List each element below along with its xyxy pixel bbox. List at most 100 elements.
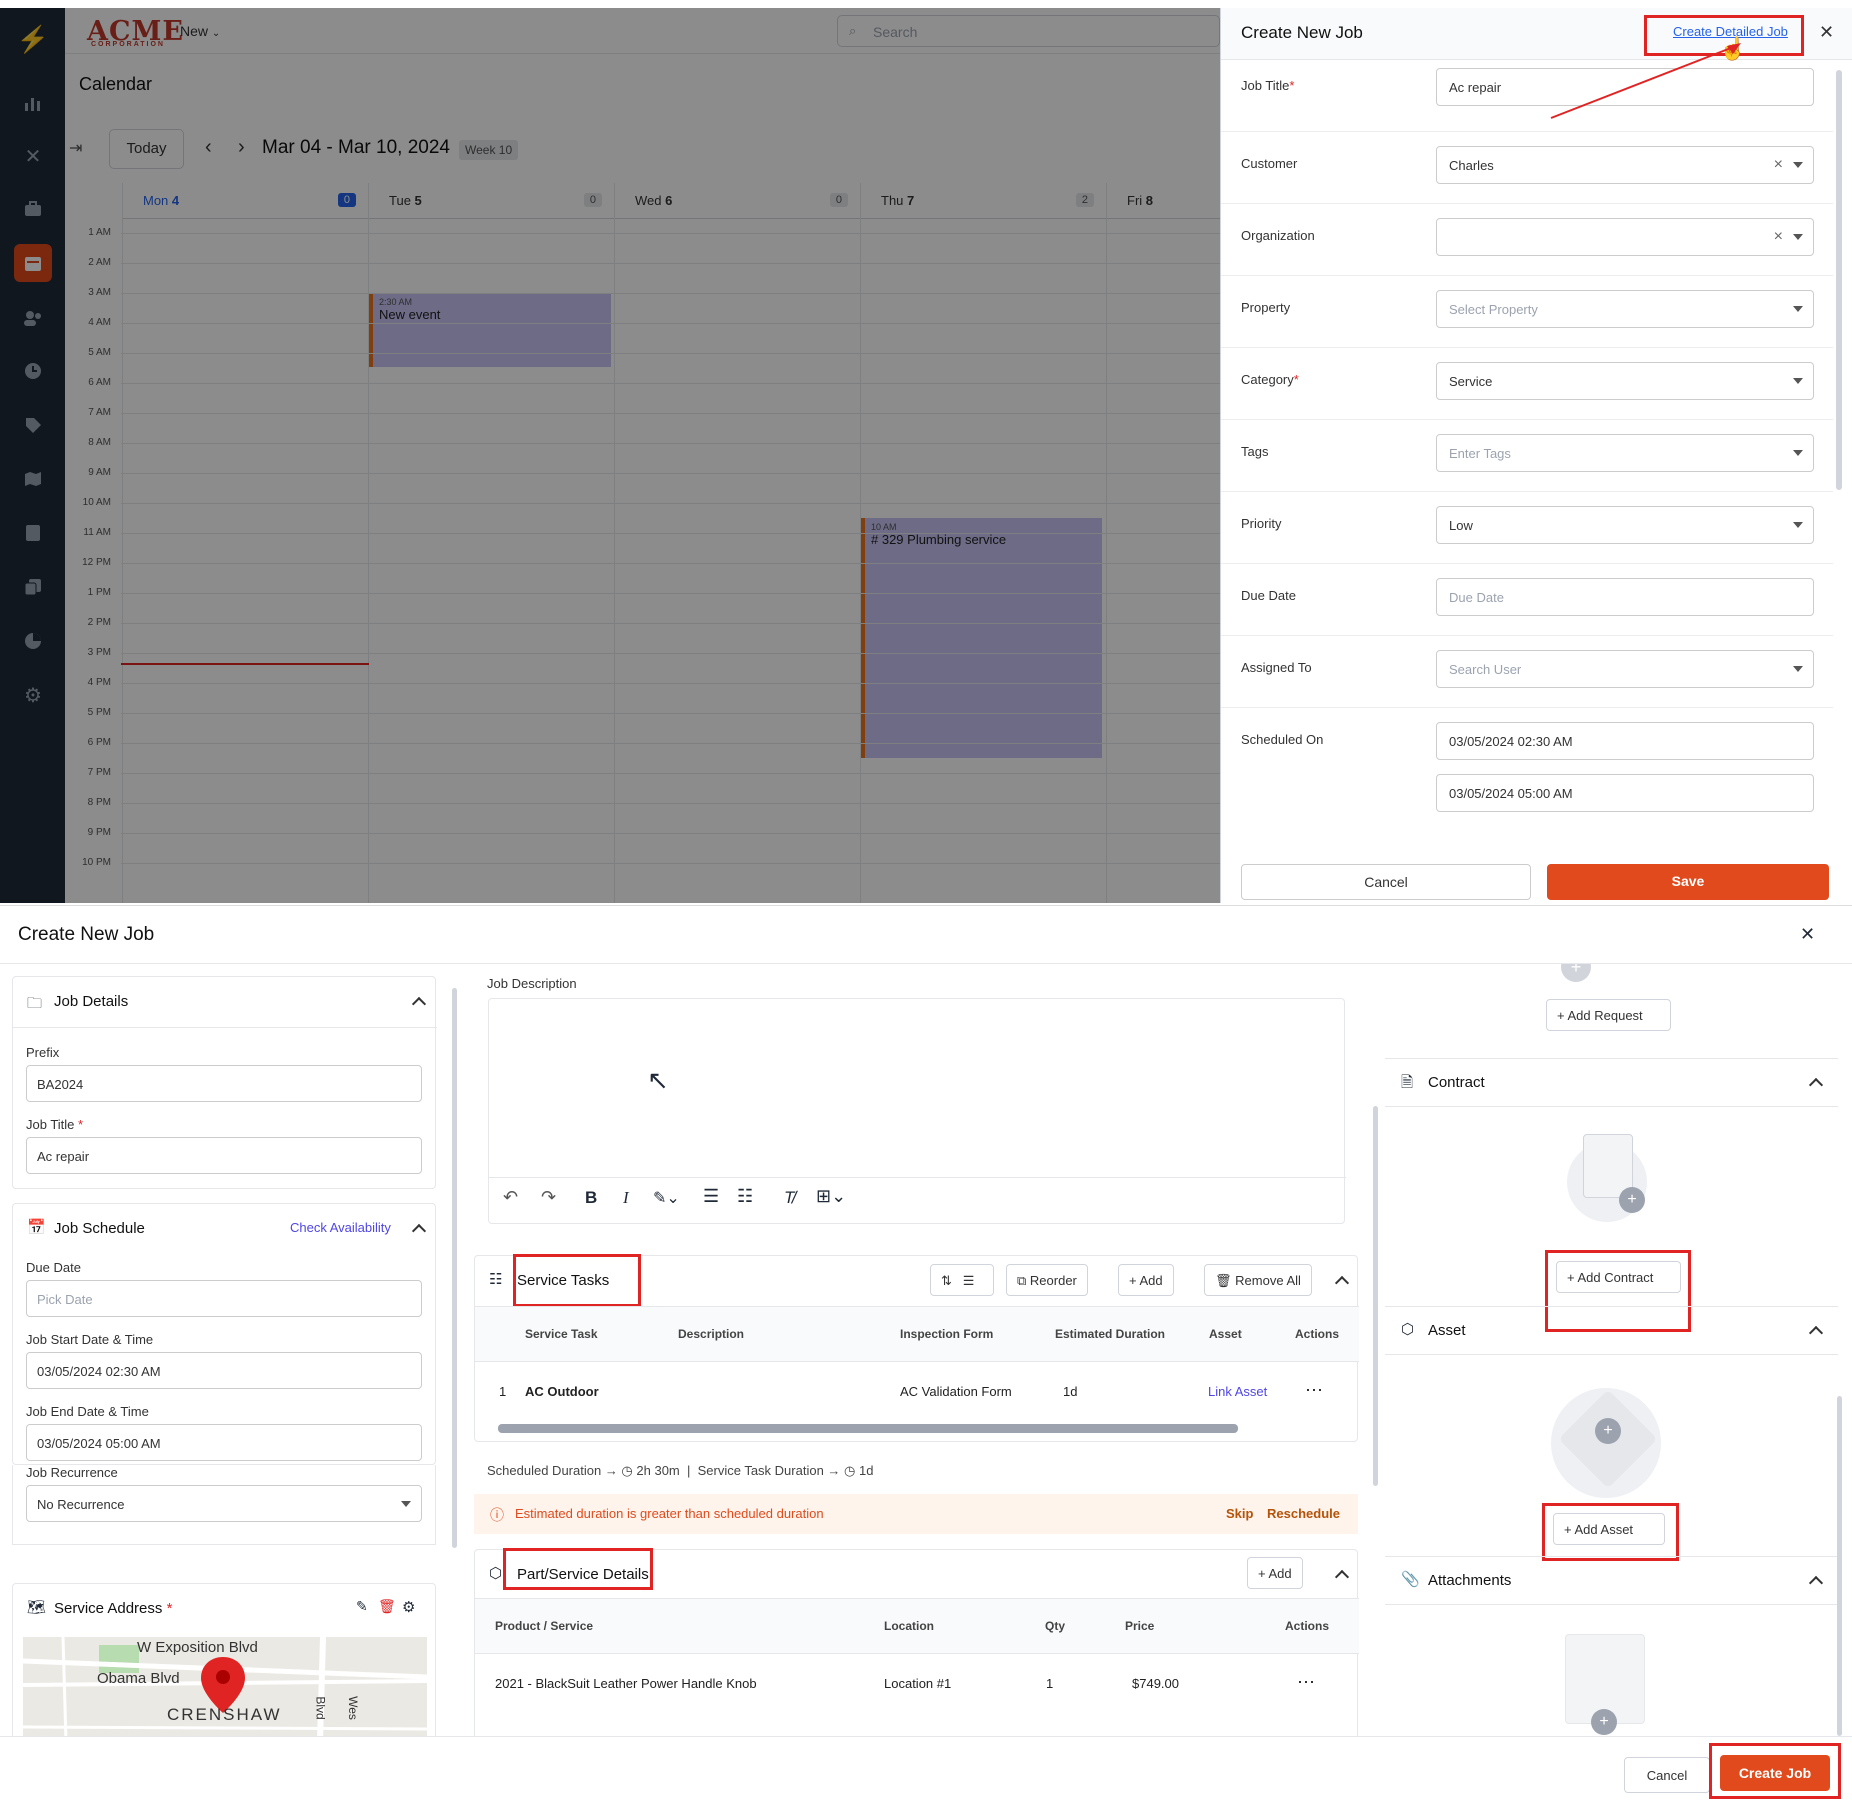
add-asset-button[interactable]: + Add Asset xyxy=(1553,1513,1665,1545)
field-tags: Tags Enter Tags xyxy=(1221,420,1833,492)
check-availability-link[interactable]: Check Availability xyxy=(290,1220,391,1235)
job-description-editor[interactable]: ↖ ↶ ↷ B I ✎⌄ ☰ ☷ T̸ ⊞⌄ xyxy=(488,998,1346,1224)
map-icon: 🗺 xyxy=(27,1599,47,1616)
chevron-up-icon[interactable] xyxy=(1808,1575,1824,1591)
add-label: Add xyxy=(1139,1273,1163,1288)
chevron-up-icon[interactable] xyxy=(1334,1569,1350,1585)
chevron-up-icon[interactable] xyxy=(411,996,427,1012)
category-select[interactable]: Service xyxy=(1436,362,1814,400)
view-toggle[interactable]: ⇅ ☰ xyxy=(930,1264,994,1296)
remove-all-button[interactable]: 🗑 Remove All xyxy=(1204,1264,1312,1296)
more-actions-icon[interactable]: ⋯ xyxy=(1297,1672,1315,1693)
column-header: Actions xyxy=(1295,1327,1340,1341)
chevron-up-icon[interactable] xyxy=(411,1223,427,1239)
field-label: Property xyxy=(1241,300,1291,315)
bullet-list-icon[interactable]: ☰ xyxy=(703,1186,719,1207)
list-view-icon[interactable]: ☰ xyxy=(963,1273,975,1288)
clear-format-icon[interactable]: T̸ xyxy=(784,1188,794,1208)
gear-icon[interactable]: ⚙ xyxy=(402,1598,415,1616)
chevron-up-icon[interactable] xyxy=(1808,1325,1824,1341)
organization-select[interactable]: × xyxy=(1436,218,1814,256)
modal-backdrop[interactable] xyxy=(0,8,1220,903)
field-label: Customer xyxy=(1241,156,1298,171)
italic-icon[interactable]: I xyxy=(623,1188,629,1208)
prefix-input[interactable]: BA2024 xyxy=(26,1065,422,1102)
product-qty: 1 xyxy=(1046,1676,1054,1691)
recurrence-value: No Recurrence xyxy=(37,1497,125,1512)
task-name[interactable]: AC Outdoor xyxy=(525,1384,599,1399)
product-location: Location #1 xyxy=(884,1676,952,1691)
reorder-button[interactable]: ⧉ Reorder xyxy=(1006,1264,1088,1296)
due-date-input[interactable]: Pick Date xyxy=(26,1280,422,1317)
chevron-up-icon[interactable] xyxy=(1334,1275,1350,1291)
field-assigned-to: Assigned To Search User xyxy=(1221,636,1833,708)
due-date-input[interactable]: Due Date xyxy=(1436,578,1814,616)
link-asset-link[interactable]: Link Asset xyxy=(1208,1384,1267,1399)
add-contract-label: Add Contract xyxy=(1577,1270,1654,1285)
cancel-button[interactable]: Cancel xyxy=(1624,1757,1710,1793)
more-actions-icon[interactable]: ⋯ xyxy=(1305,1380,1323,1401)
highlight-icon[interactable]: ✎⌄ xyxy=(653,1188,680,1208)
clear-icon[interactable]: × xyxy=(1774,156,1783,174)
left-scrollbar[interactable] xyxy=(452,988,457,1548)
start-date-label: Job Start Date & Time xyxy=(26,1332,154,1347)
close-icon[interactable]: ✕ xyxy=(1800,924,1815,945)
reorder-label: Reorder xyxy=(1029,1273,1077,1288)
edit-icon[interactable]: ✎ xyxy=(356,1598,368,1615)
trash-icon[interactable]: 🗑 xyxy=(378,1598,396,1615)
panel-header: Create New Job Create Detailed Job ☝ ✕ xyxy=(1221,8,1852,61)
close-icon[interactable]: ✕ xyxy=(1819,22,1834,43)
assigned-to-select[interactable]: Search User xyxy=(1436,650,1814,688)
scheduled-start-input[interactable]: 03/05/2024 02:30 AM xyxy=(1436,722,1814,760)
duration-warning: ⓘ Estimated duration is greater than sch… xyxy=(474,1494,1358,1534)
horizontal-scrollbar[interactable] xyxy=(498,1424,1238,1433)
chevron-down-icon xyxy=(1793,666,1803,672)
scheduled-end-input[interactable]: 03/05/2024 05:00 AM xyxy=(1436,774,1814,812)
recurrence-label: Job Recurrence xyxy=(26,1465,118,1480)
column-header: Location xyxy=(884,1619,934,1633)
cancel-button[interactable]: Cancel xyxy=(1241,864,1531,900)
sort-icon[interactable]: ⇅ xyxy=(941,1273,952,1288)
tags-input[interactable]: Enter Tags xyxy=(1436,434,1814,472)
end-date-input[interactable]: 03/05/2024 05:00 AM xyxy=(26,1424,422,1461)
add-request-button[interactable]: + Add Request xyxy=(1546,999,1671,1031)
paperclip-icon: 📎 xyxy=(1401,1571,1420,1588)
bold-icon[interactable]: B xyxy=(585,1188,597,1208)
clear-icon[interactable]: × xyxy=(1774,228,1783,246)
add-contract-button[interactable]: + Add Contract xyxy=(1556,1261,1681,1293)
category-value: Service xyxy=(1449,374,1493,389)
remove-all-label: Remove All xyxy=(1235,1273,1301,1288)
save-button[interactable]: Save xyxy=(1547,864,1829,900)
middle-scrollbar[interactable] xyxy=(1373,1106,1378,1486)
panel-scrollbar[interactable] xyxy=(1836,70,1842,490)
annotation-arrow xyxy=(1550,43,1741,119)
job-schedule-card: 📅 Job Schedule Check Availability Due Da… xyxy=(12,1203,436,1465)
reschedule-button[interactable]: Reschedule xyxy=(1267,1506,1340,1521)
add-task-button[interactable]: + Add xyxy=(1118,1264,1174,1296)
task-duration: 1d xyxy=(1063,1384,1078,1399)
tags-placeholder: Enter Tags xyxy=(1449,446,1511,461)
customer-select[interactable]: Charles × xyxy=(1436,146,1814,184)
start-date-input[interactable]: 03/05/2024 02:30 AM xyxy=(26,1352,422,1389)
numbered-list-icon[interactable]: ☷ xyxy=(737,1186,753,1207)
job-details-title: Job Details xyxy=(54,993,129,1010)
property-select[interactable]: Select Property xyxy=(1436,290,1814,328)
detailed-job-screenshot: Create New Job ✕ 🗀 Job Details Prefix BA… xyxy=(0,905,1852,1804)
plus-circle-icon: + xyxy=(1591,1709,1617,1735)
undo-icon[interactable]: ↶ xyxy=(503,1187,518,1208)
add-part-button[interactable]: + Add xyxy=(1247,1557,1303,1589)
redo-icon[interactable]: ↷ xyxy=(541,1187,556,1208)
skip-button[interactable]: Skip xyxy=(1226,1506,1253,1521)
table-icon[interactable]: ⊞⌄ xyxy=(816,1186,846,1207)
service-address-title: Service Address * xyxy=(54,1600,173,1617)
field-due-date: Due Date Due Date xyxy=(1221,564,1833,636)
right-scrollbar[interactable] xyxy=(1837,1396,1842,1736)
briefcase-icon: 🗀 xyxy=(27,995,43,1012)
calendar-screenshot: ⚡ ✕ ⚙ ACME CORPORATION New ⌄ ⌕ Search Ca… xyxy=(0,8,1852,903)
recurrence-select[interactable]: No Recurrence xyxy=(26,1485,422,1522)
calendar-clock-icon: 📅 xyxy=(27,1219,46,1236)
priority-select[interactable]: Low xyxy=(1436,506,1814,544)
chevron-up-icon[interactable] xyxy=(1808,1077,1824,1093)
job-title-input[interactable]: Ac repair xyxy=(26,1137,422,1174)
create-job-button[interactable]: Create Job xyxy=(1720,1755,1830,1791)
